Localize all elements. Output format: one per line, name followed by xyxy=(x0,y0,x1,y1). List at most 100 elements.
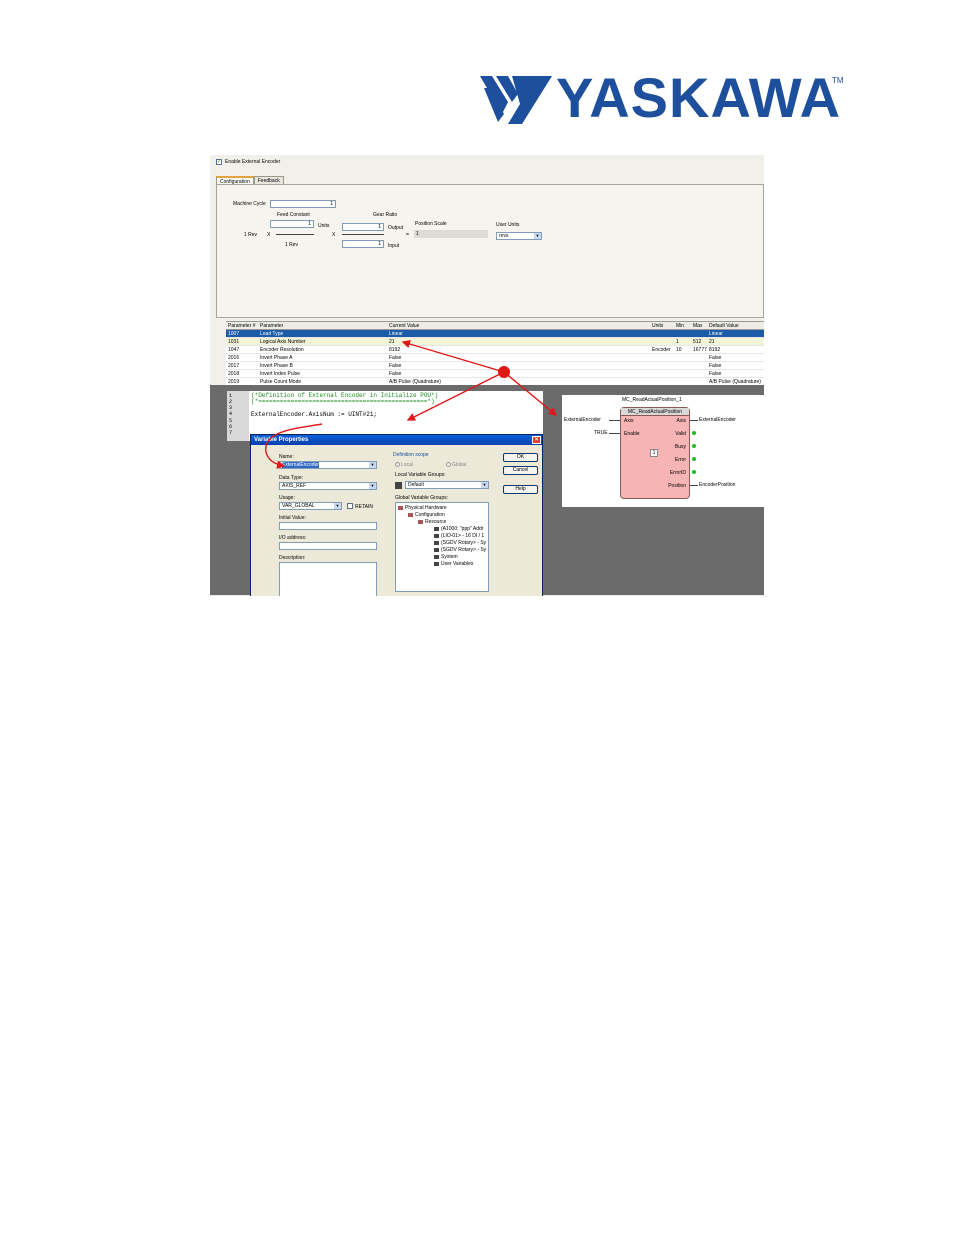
enable-external-encoder-checkbox[interactable]: ✓ xyxy=(216,159,222,165)
parameter-table: Parameter # Parameter Current Value Unit… xyxy=(226,321,764,386)
tree-item-label: User Variables xyxy=(441,561,474,567)
output-label: Output xyxy=(388,225,404,231)
folder-icon xyxy=(418,519,423,524)
col-header-parameter: Parameter xyxy=(260,323,284,329)
name-value: ExternalEncoder xyxy=(282,462,319,468)
chevron-down-icon[interactable]: ▼ xyxy=(369,483,376,489)
cancel-button[interactable]: Cancel xyxy=(503,466,538,475)
yaskawa-swoosh-icon xyxy=(480,76,552,124)
usage-select[interactable]: VAR_GLOBAL ▼ xyxy=(279,502,342,510)
fb-block[interactable]: MC_ReadActualPosition Axis Enable Axis V… xyxy=(620,407,690,499)
tree-item[interactable]: User Variables xyxy=(434,561,473,567)
cell-max: 512 xyxy=(693,339,702,345)
chevron-down-icon[interactable]: ▼ xyxy=(534,233,541,239)
close-icon[interactable]: × xyxy=(532,436,541,444)
fb-pin-position: Position xyxy=(668,483,686,489)
fb-pin-busy: Busy xyxy=(674,444,686,450)
fb-input-axis-var: ExternalEncoder xyxy=(564,417,601,423)
line-number: 7 xyxy=(229,430,233,436)
input-label: Input xyxy=(388,243,400,249)
global-radio[interactable]: Global xyxy=(446,462,466,468)
initial-value-input[interactable] xyxy=(279,522,377,530)
global-groups-tree[interactable]: Physical Hardware Configuration Resource… xyxy=(395,502,489,592)
one-rev-left-label: 1 Rev xyxy=(244,232,258,238)
chevron-down-icon[interactable]: ▼ xyxy=(334,503,341,509)
device-icon xyxy=(434,533,439,538)
retain-checkbox[interactable] xyxy=(347,503,353,509)
table-row[interactable]: 1031 Logical Axis Number 21 1 512 21 xyxy=(226,338,764,346)
fb-output-axis-var: ExternalEncoder xyxy=(699,417,736,423)
local-label: Local xyxy=(401,462,413,468)
tree-item[interactable]: (SGDV Rotary> - Sy xyxy=(434,540,486,546)
folder-icon xyxy=(408,512,413,517)
tree-item[interactable]: (SGDV Rotary> - Sy xyxy=(434,547,486,553)
io-address-input[interactable] xyxy=(279,542,377,550)
local-groups-select[interactable]: Default ▼ xyxy=(405,481,489,489)
cell-current-value: 8192 xyxy=(389,347,401,353)
output-connector-icon xyxy=(692,470,696,474)
cell-default-value: 8192 xyxy=(709,347,721,353)
feed-constant-input[interactable]: 1 xyxy=(270,220,314,228)
tree-item-label: Resource xyxy=(425,519,447,525)
tree-item[interactable]: Physical Hardware xyxy=(398,505,447,511)
cell-current-value: False xyxy=(389,355,402,361)
tree-item[interactable]: (A1000: "ppp" Addr xyxy=(434,526,483,532)
user-units-select[interactable]: revs ▼ xyxy=(496,232,542,240)
fb-output-position-var: EncoderPosition xyxy=(699,482,736,488)
description-label: Description: xyxy=(279,555,306,561)
name-combobox[interactable]: ExternalEncoder ▼ xyxy=(279,461,377,469)
description-textarea[interactable] xyxy=(279,562,377,596)
cell-param-num: 1047 xyxy=(228,347,240,353)
tree-item-label: (A1000: "ppp" Addr xyxy=(441,526,484,532)
gear-output-input[interactable]: 1 xyxy=(342,223,384,231)
retain-label: RETAIN xyxy=(355,504,373,510)
tree-item[interactable]: System xyxy=(434,554,458,560)
cell-default-value: Linear xyxy=(709,331,723,337)
ok-button[interactable]: OK xyxy=(503,453,538,462)
tree-item-label: System xyxy=(441,554,458,560)
data-type-select[interactable]: AXIS_REF ▼ xyxy=(279,482,377,490)
fb-pin-valid: Valid xyxy=(675,431,686,437)
fb-exec-order: 1 xyxy=(650,449,658,457)
table-row[interactable]: 1007 Load Type Linear Linear xyxy=(226,330,764,338)
dialog-title: Variable Properties xyxy=(254,437,309,443)
local-radio[interactable]: Local xyxy=(395,462,413,468)
machine-cycle-input[interactable]: 1 xyxy=(270,200,336,208)
cell-default-value: False xyxy=(709,355,722,361)
tree-item[interactable]: Resource xyxy=(418,519,446,525)
fb-instance-name: MC_ReadActualPosition_1 xyxy=(622,397,682,403)
position-scale-label: Position Scale xyxy=(415,221,447,227)
device-icon xyxy=(434,547,439,552)
code-comment-line: (*======================================… xyxy=(251,398,435,405)
fb-pin-axis-in: Axis xyxy=(624,418,634,424)
cell-parameter: Encoder Resolution xyxy=(260,347,304,353)
initial-value-label: Initial Value: xyxy=(279,515,306,521)
device-icon xyxy=(434,526,439,531)
fb-input-enable-var: TRUE xyxy=(594,430,608,436)
chevron-down-icon[interactable]: ▼ xyxy=(481,482,488,488)
table-row[interactable]: 1047 Encoder Resolution 8192 Encoder 10 … xyxy=(226,346,764,354)
tree-item-label: (SGDV Rotary> - Sy xyxy=(441,547,487,553)
table-row[interactable]: 2017 Invert Phase B False False xyxy=(226,362,764,370)
enable-external-encoder-row[interactable]: ✓ Enable External Encoder xyxy=(216,159,280,165)
user-units-value: revs xyxy=(499,233,509,239)
device-icon xyxy=(434,540,439,545)
cell-units: Encoder xyxy=(652,347,671,353)
configuration-tab-body: Machine Cycle 1 Feed Constant 1 Units 1 … xyxy=(216,184,764,318)
help-button[interactable]: Help xyxy=(503,485,538,494)
gear-input-input[interactable]: 1 xyxy=(342,240,384,248)
col-header-max: Max xyxy=(693,323,703,329)
multiply-sign-1: X xyxy=(267,232,271,238)
equals-sign: = xyxy=(406,232,409,238)
cell-max: 16777 xyxy=(693,347,707,353)
cell-parameter: Invert Index Pulse xyxy=(260,371,301,377)
tree-item[interactable]: (LIO-01> - 16 DI / 1 xyxy=(434,533,484,539)
logo-text: YASKAWA xyxy=(556,66,842,129)
table-row[interactable]: 2016 Invert Phase A False False xyxy=(226,354,764,362)
cell-param-num: 1007 xyxy=(228,331,240,337)
cell-param-num: 2018 xyxy=(228,371,240,377)
wire xyxy=(609,420,620,421)
chevron-down-icon[interactable]: ▼ xyxy=(369,462,376,468)
tree-item[interactable]: Configuration xyxy=(408,512,445,518)
table-row[interactable]: 2018 Invert Index Pulse False False xyxy=(226,370,764,378)
